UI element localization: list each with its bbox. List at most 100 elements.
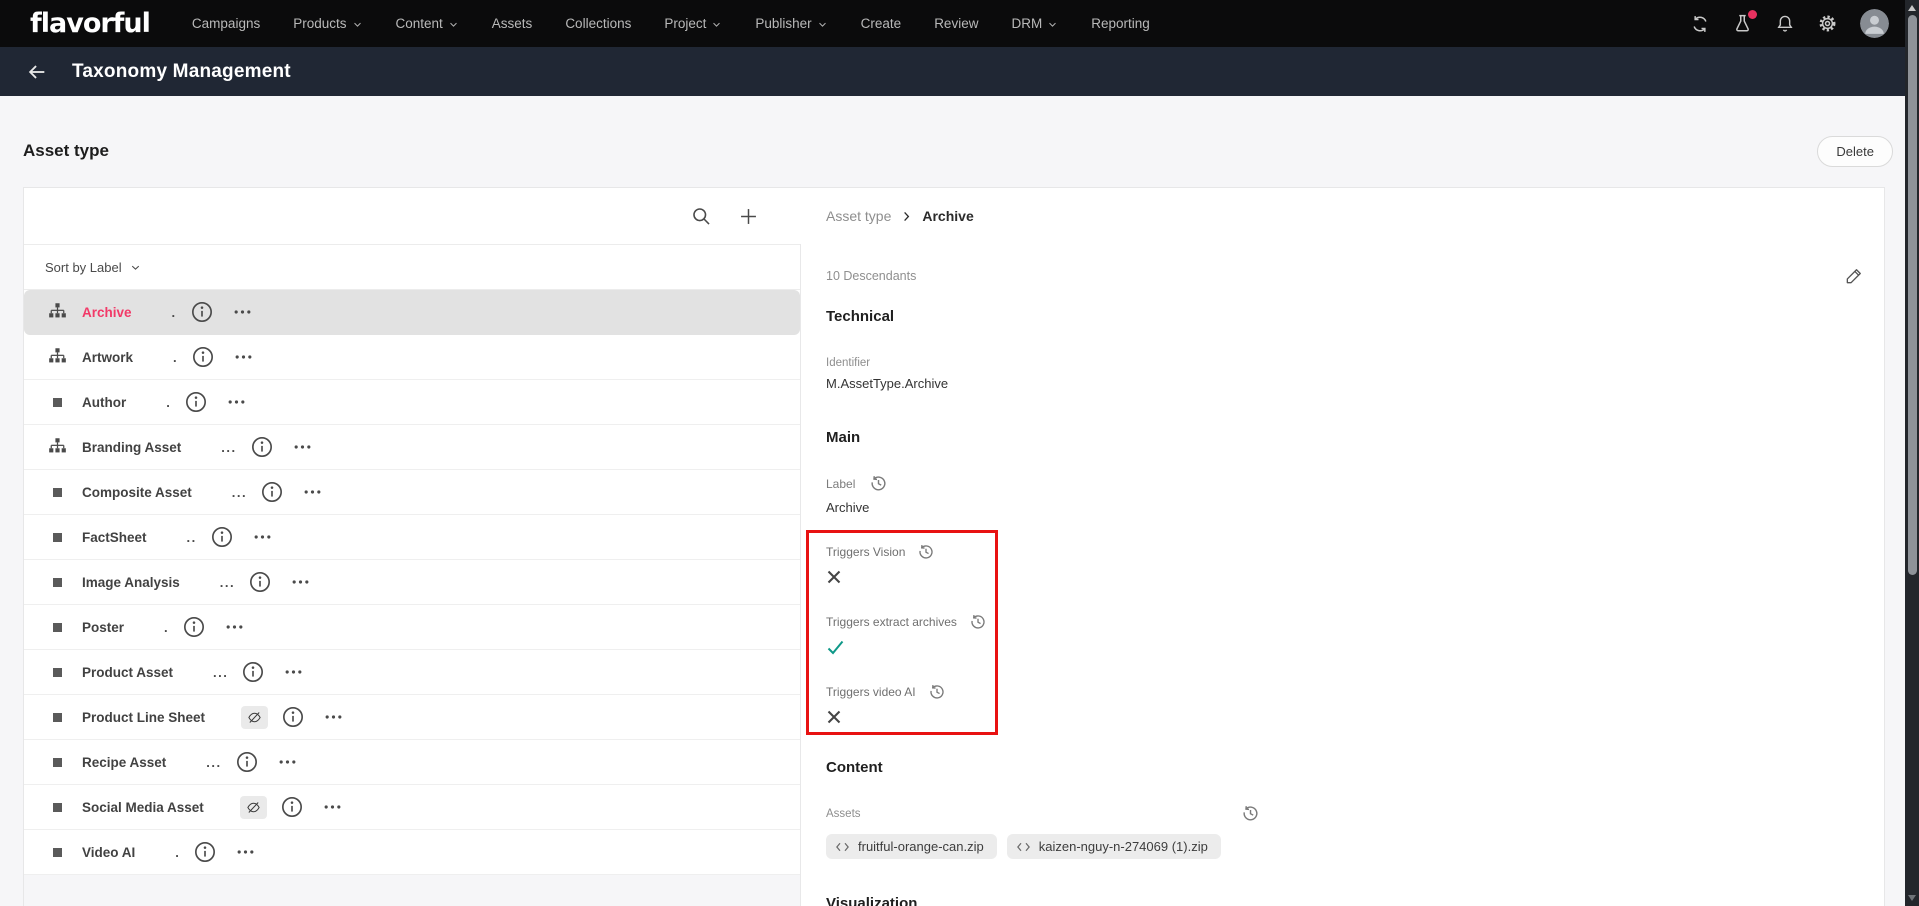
page-header: Taxonomy Management bbox=[0, 47, 1919, 96]
more-menu-icon[interactable] bbox=[225, 623, 244, 631]
experiments-flask-icon[interactable] bbox=[1732, 10, 1757, 34]
asset-type-row[interactable]: Branding Asset ... bbox=[24, 425, 800, 470]
hidden-eye-off-icon bbox=[239, 795, 267, 819]
code-icon bbox=[835, 841, 850, 853]
assets-label: Assets bbox=[826, 807, 861, 820]
info-icon[interactable] bbox=[183, 616, 205, 638]
page-scrollbar[interactable] bbox=[1905, 0, 1919, 906]
top-nav: flavorful Campaigns Products Content Ass… bbox=[0, 0, 1919, 47]
breadcrumb-current: Archive bbox=[922, 208, 974, 224]
truncated-text: ... bbox=[219, 574, 236, 590]
delete-button[interactable]: Delete bbox=[1817, 135, 1893, 167]
settings-gear-icon[interactable] bbox=[1817, 13, 1838, 34]
nav-item-project[interactable]: Project bbox=[664, 16, 722, 31]
more-menu-icon[interactable] bbox=[233, 308, 252, 316]
sync-icon[interactable] bbox=[1690, 14, 1710, 34]
search-icon[interactable] bbox=[691, 206, 712, 227]
info-icon[interactable] bbox=[242, 661, 264, 683]
info-icon[interactable] bbox=[185, 391, 207, 413]
asset-type-list: Sort by Label Archive . Artwork . Author… bbox=[24, 244, 801, 906]
asset-chip[interactable]: fruitful-orange-can.zip bbox=[826, 834, 997, 859]
breadcrumb-parent[interactable]: Asset type bbox=[826, 208, 891, 224]
asset-type-row[interactable]: Artwork . bbox=[24, 335, 800, 380]
nav-item-content[interactable]: Content bbox=[396, 16, 459, 31]
nav-item-review[interactable]: Review bbox=[934, 16, 978, 31]
nav-item-drm[interactable]: DRM bbox=[1011, 16, 1058, 31]
notification-dot bbox=[1748, 10, 1757, 19]
technical-section-title: Technical bbox=[826, 308, 895, 325]
more-menu-icon[interactable] bbox=[293, 443, 312, 451]
info-icon[interactable] bbox=[281, 796, 303, 818]
app-logo[interactable]: flavorful bbox=[30, 8, 151, 39]
asset-type-row[interactable]: Video AI . bbox=[24, 830, 800, 875]
info-icon[interactable] bbox=[191, 301, 213, 323]
history-icon[interactable] bbox=[917, 543, 935, 561]
leaf-square-icon bbox=[52, 667, 62, 677]
leaf-square-icon bbox=[52, 397, 62, 407]
hidden-eye-off-icon bbox=[241, 705, 269, 729]
x-mark-icon bbox=[827, 570, 841, 584]
nav-item-publisher[interactable]: Publisher bbox=[755, 16, 827, 31]
asset-type-row[interactable]: Composite Asset ... bbox=[24, 470, 800, 515]
nav-item-create[interactable]: Create bbox=[861, 16, 902, 31]
history-icon[interactable] bbox=[969, 613, 987, 631]
more-menu-icon[interactable] bbox=[234, 353, 253, 361]
more-menu-icon[interactable] bbox=[278, 758, 297, 766]
nav-item-campaigns[interactable]: Campaigns bbox=[192, 16, 260, 31]
info-icon[interactable] bbox=[261, 481, 283, 503]
history-icon[interactable] bbox=[928, 683, 946, 701]
info-icon[interactable] bbox=[251, 436, 273, 458]
scrollbar-thumb[interactable] bbox=[1907, 15, 1917, 575]
more-menu-icon[interactable] bbox=[291, 578, 310, 586]
scrollbar-down-arrow[interactable] bbox=[1908, 895, 1916, 901]
taxonomy-card: Asset type Archive Sort by Label Archive… bbox=[23, 187, 1885, 906]
sort-dropdown[interactable]: Sort by Label bbox=[24, 244, 800, 290]
more-menu-icon[interactable] bbox=[236, 848, 255, 856]
asset-type-row[interactable]: Product Line Sheet bbox=[24, 695, 800, 740]
more-menu-icon[interactable] bbox=[284, 668, 303, 676]
info-icon[interactable] bbox=[211, 526, 233, 548]
nav-item-products[interactable]: Products bbox=[293, 16, 362, 31]
more-menu-icon[interactable] bbox=[324, 713, 343, 721]
edit-pencil-icon[interactable] bbox=[1844, 266, 1864, 286]
history-icon[interactable] bbox=[1241, 804, 1260, 823]
info-icon[interactable] bbox=[282, 706, 304, 728]
nav-item-reporting[interactable]: Reporting bbox=[1091, 16, 1150, 31]
asset-type-row[interactable]: Product Asset ... bbox=[24, 650, 800, 695]
nav-item-collections[interactable]: Collections bbox=[565, 16, 631, 31]
trigger-field: Triggers video AI bbox=[826, 683, 1126, 727]
scrollbar-up-arrow[interactable] bbox=[1908, 5, 1916, 11]
asset-chip[interactable]: kaizen-nguy-n-274069 (1).zip bbox=[1006, 834, 1221, 859]
history-icon[interactable] bbox=[869, 474, 888, 493]
info-icon[interactable] bbox=[194, 841, 216, 863]
content-section-title: Content bbox=[826, 759, 883, 776]
identifier-value: M.AssetType.Archive bbox=[826, 376, 949, 391]
asset-type-row[interactable]: FactSheet .. bbox=[24, 515, 800, 560]
asset-type-row[interactable]: Author . bbox=[24, 380, 800, 425]
nav-item-assets[interactable]: Assets bbox=[492, 16, 533, 31]
notifications-bell-icon[interactable] bbox=[1775, 13, 1795, 34]
sort-label: Sort by Label bbox=[45, 259, 122, 275]
truncated-text: ... bbox=[231, 484, 248, 500]
truncated-text: . bbox=[175, 844, 181, 860]
info-icon[interactable] bbox=[192, 346, 214, 368]
info-icon[interactable] bbox=[236, 751, 258, 773]
asset-type-row[interactable]: Social Media Asset bbox=[24, 785, 800, 830]
add-plus-icon[interactable] bbox=[738, 206, 759, 227]
asset-type-row[interactable]: Image Analysis ... bbox=[24, 560, 800, 605]
identifier-label: Identifier bbox=[826, 357, 871, 369]
user-avatar[interactable] bbox=[1860, 9, 1889, 38]
info-icon[interactable] bbox=[249, 571, 271, 593]
more-menu-icon[interactable] bbox=[303, 488, 322, 496]
more-menu-icon[interactable] bbox=[253, 533, 272, 541]
hierarchy-icon bbox=[48, 438, 66, 453]
truncated-text: . bbox=[164, 619, 170, 635]
section-title: Asset type bbox=[23, 141, 109, 160]
asset-type-row[interactable]: Recipe Asset ... bbox=[24, 740, 800, 785]
more-menu-icon[interactable] bbox=[323, 803, 342, 811]
asset-type-row[interactable]: Archive . bbox=[24, 290, 800, 335]
back-arrow-icon[interactable] bbox=[26, 61, 48, 83]
leaf-square-icon bbox=[52, 847, 62, 857]
more-menu-icon[interactable] bbox=[227, 398, 246, 406]
asset-type-row[interactable]: Poster . bbox=[24, 605, 800, 650]
